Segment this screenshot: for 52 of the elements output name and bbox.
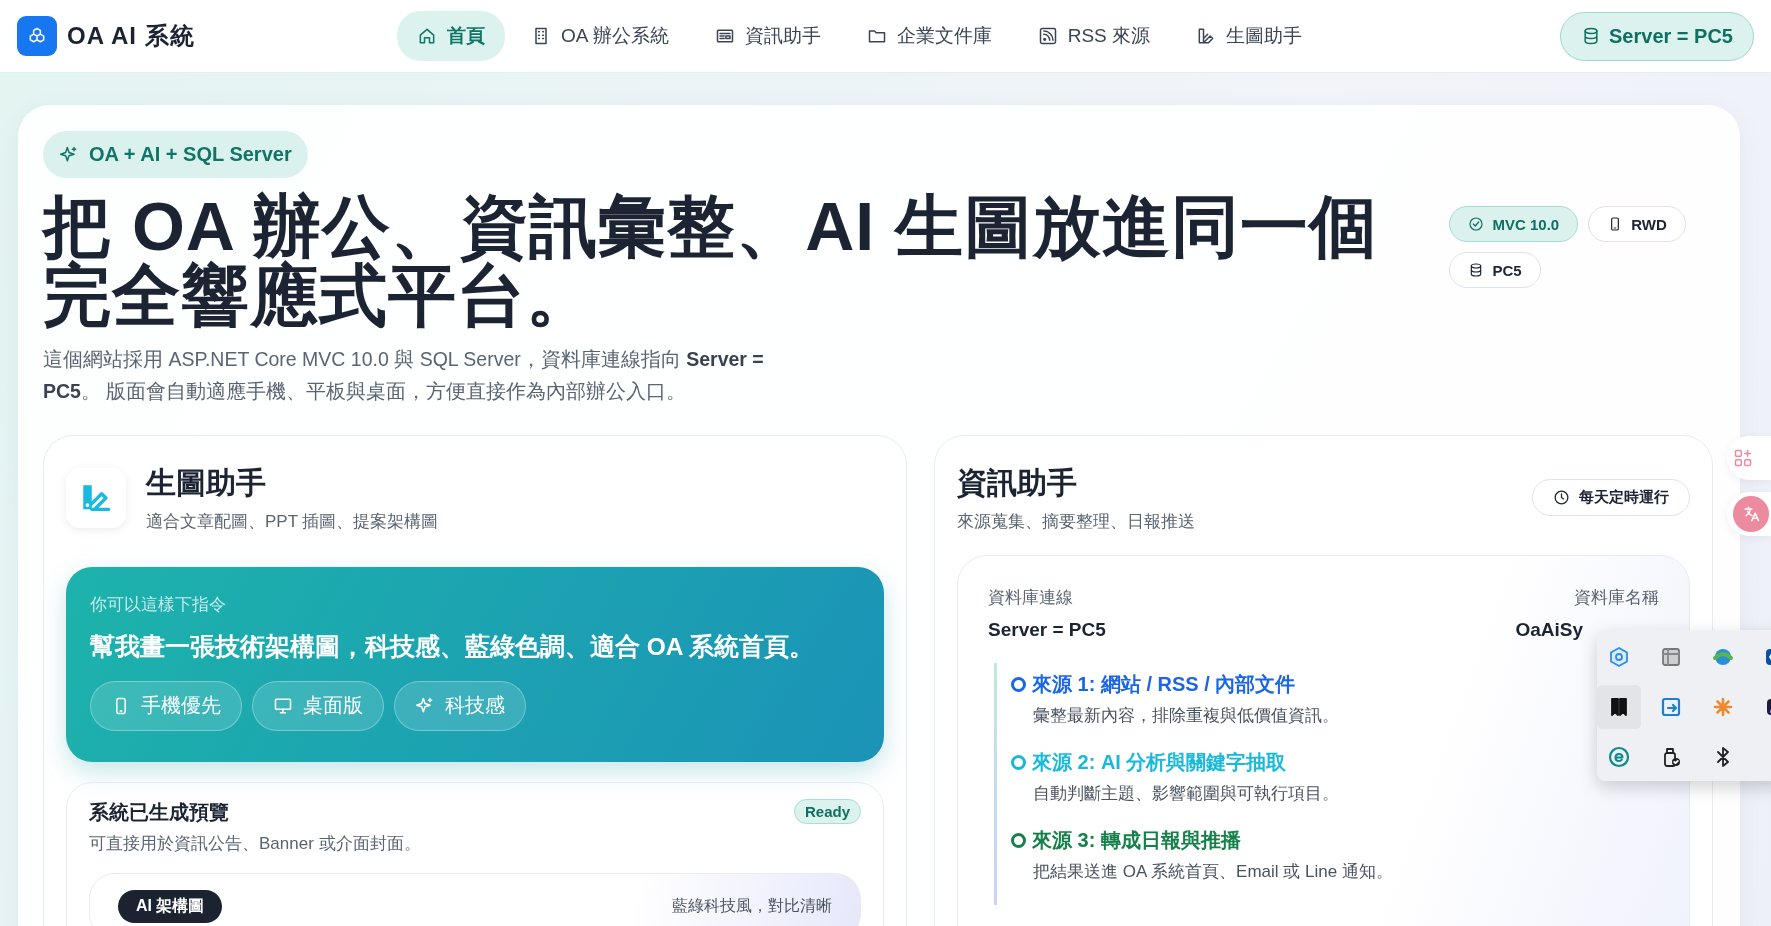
database-icon [1581, 26, 1601, 46]
source-title: 來源 1: 網站 / RSS / 內部文件 [1032, 671, 1296, 697]
prompt-text: 幫我畫一張技術架構圖，科技感、藍綠色調、適合 OA 系統首頁。 [90, 631, 816, 662]
server-badge: Server = PC5 [1560, 11, 1754, 61]
field-label: 資料庫連線 [988, 586, 1074, 609]
status-badge: Ready [793, 798, 861, 824]
nav-link[interactable]: 資訊助手 [694, 11, 841, 61]
apps-button[interactable] [1727, 436, 1771, 480]
badge: RWD [1588, 206, 1686, 242]
source-description: 自動判斷主題、影響範圍與可執行項目。 [1033, 782, 1339, 805]
card-title: 生圖助手 [146, 464, 267, 501]
circle-icon[interactable] [1607, 745, 1631, 769]
field-label: 資料庫名稱 [1573, 586, 1659, 609]
card-title: 資訊助手 [957, 464, 1078, 501]
nav-link[interactable]: OA 辦公系統 [511, 11, 689, 61]
sparkle-icon [59, 144, 79, 165]
clock-icon [1553, 489, 1570, 507]
sparkle-icon [415, 695, 435, 716]
field-value: Server = PC5 [988, 618, 1106, 641]
image-tag: AI 架構圖 [118, 889, 223, 923]
translate-button[interactable] [1727, 492, 1771, 536]
home-icon [417, 26, 437, 46]
source-description: 把結果送進 OA 系統首頁、Email 或 Line 通知。 [1033, 860, 1393, 883]
newspaper-icon [714, 26, 735, 46]
nav-link[interactable]: 企業文件庫 [846, 11, 1012, 61]
field-value: OaAiSy [1515, 618, 1583, 641]
prompt-label: 你可以這樣下指令 [90, 593, 227, 616]
box-icon[interactable] [1659, 645, 1683, 669]
rss-icon [1037, 26, 1058, 46]
card-subtitle: 來源蒐集、摘要整理、日報推送 [957, 510, 1195, 533]
schedule-button[interactable]: 每天定時運行 [1532, 479, 1690, 517]
brand-name[interactable]: OA AI 系統 [67, 20, 195, 52]
nav-link[interactable]: 首頁 [397, 11, 505, 61]
nav-link[interactable]: 生圖助手 [1176, 11, 1323, 61]
preview-title: 系統已生成預覽 [89, 799, 230, 825]
headline: 把 OA 辦公、資訊彙整、AI 生圖放進同一個完全響應式平台。 [43, 192, 1380, 331]
source-title: 來源 2: AI 分析與關鍵字抽取 [1032, 749, 1287, 775]
description: 這個網站採用 ASP.NET Core MVC 10.0 與 SQL Server，資料庫連線指向 Server = PC5。 版面會自動適應手機、平板與桌面，方便直接作為內部辦公入口。 [43, 346, 765, 404]
image-caption: 藍綠科技風，對比清晰 [672, 895, 832, 916]
source-description: 彙整最新內容，排除重複與低價值資訊。 [1033, 704, 1339, 727]
tag-pill: OA + AI + SQL Server [43, 131, 308, 178]
apps-sparkle-icon [1733, 448, 1753, 468]
nav-link[interactable]: RSS 來源 [1017, 11, 1171, 61]
flower-icon[interactable] [1711, 695, 1735, 719]
badge: MVC 10.0 [1449, 206, 1579, 242]
card-subtitle: 適合文章配圖、PPT 插圖、提案架構圖 [146, 510, 439, 533]
preview-subtitle: 可直接用於資訊公告、Banner 或介面封面。 [89, 832, 421, 855]
source-title: 來源 3: 轉成日報與推播 [1032, 827, 1241, 853]
logo[interactable] [17, 16, 57, 56]
check-circle-icon [1468, 216, 1485, 232]
hexagon-icon[interactable] [1607, 645, 1631, 669]
badge: PC5 [1449, 252, 1541, 288]
